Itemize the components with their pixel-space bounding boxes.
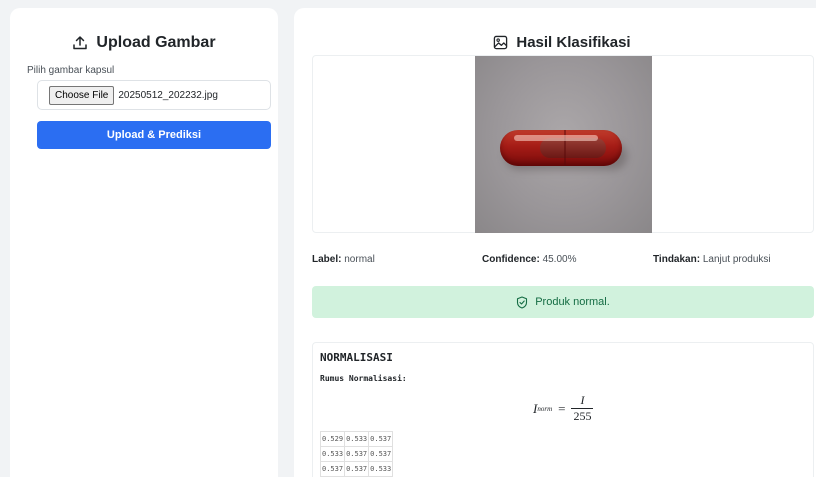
action-key: Tindakan: <box>653 254 701 265</box>
matrix-cell: 0.537 <box>368 446 394 462</box>
capsule <box>500 130 622 166</box>
matrix-cell: 0.537 <box>344 446 370 462</box>
matrix-cell: 0.533 <box>344 431 370 447</box>
image-icon <box>494 35 508 50</box>
matrix-cell: 0.537 <box>368 431 394 447</box>
formula-equals: = <box>558 400 566 416</box>
upload-panel: Upload Gambar Pilih gambar kapsul Choose… <box>10 8 278 477</box>
matrix-cell: 0.529 <box>319 431 346 447</box>
confidence-info: Confidence: 45.00% <box>482 254 576 265</box>
shield-check-icon <box>517 295 528 309</box>
upload-title-text: Upload Gambar <box>96 34 216 51</box>
file-input[interactable]: Choose File 20250512_202232.jpg <box>37 80 271 110</box>
confidence-key: Confidence: <box>482 254 540 265</box>
formula-lhs-sub: norm <box>537 404 553 413</box>
matrix-row: 0.529 0.533 0.537 <box>319 431 394 447</box>
result-title-text: Hasil Klasifikasi <box>516 34 631 51</box>
matrix-row: 0.537 0.537 0.533 <box>319 461 394 477</box>
label-key: Label: <box>312 254 342 265</box>
upload-predict-button[interactable]: Upload & Prediksi <box>37 121 271 149</box>
result-panel-title: Hasil Klasifikasi <box>294 34 816 51</box>
file-field-label: Pilih gambar kapsul <box>27 65 115 76</box>
matrix-cell: 0.533 <box>319 446 346 462</box>
normalization-title: NORMALISASI <box>320 351 393 364</box>
matrix-cell: 0.537 <box>344 461 370 477</box>
formula-label: Rumus Normalisasi: <box>320 374 407 383</box>
normalization-formula: I norm = I 255 <box>533 393 594 424</box>
capsule-highlight <box>514 135 598 141</box>
status-alert-text: Produk normal. <box>535 296 610 308</box>
normalized-matrix: 0.529 0.533 0.537 0.533 0.537 0.537 0.53… <box>319 431 394 477</box>
formula-denominator: 255 <box>571 408 594 423</box>
formula-numerator: I <box>580 393 585 407</box>
upload-icon <box>73 36 88 50</box>
result-panel: Hasil Klasifikasi Label: normal Confiden… <box>294 8 816 477</box>
label-value: normal <box>344 254 375 265</box>
matrix-cell: 0.537 <box>319 461 346 477</box>
formula-fraction: I 255 <box>571 393 594 424</box>
selected-file-name: 20250512_202232.jpg <box>118 89 218 101</box>
normalization-card: NORMALISASI Rumus Normalisasi: I norm = … <box>312 342 814 477</box>
result-image-card <box>312 55 814 233</box>
upload-panel-title: Upload Gambar <box>10 34 278 52</box>
capsule-fill <box>540 138 606 158</box>
choose-file-button[interactable]: Choose File <box>49 85 115 105</box>
label-info: Label: normal <box>312 254 375 265</box>
action-value: Lanjut produksi <box>702 254 771 265</box>
matrix-row: 0.533 0.537 0.537 <box>319 446 394 462</box>
confidence-value: 45.00% <box>542 254 577 265</box>
capsule-photo <box>475 56 652 233</box>
action-info: Tindakan: Lanjut produksi <box>653 254 771 265</box>
matrix-cell: 0.533 <box>368 461 394 477</box>
status-alert: Produk normal. <box>312 286 814 318</box>
